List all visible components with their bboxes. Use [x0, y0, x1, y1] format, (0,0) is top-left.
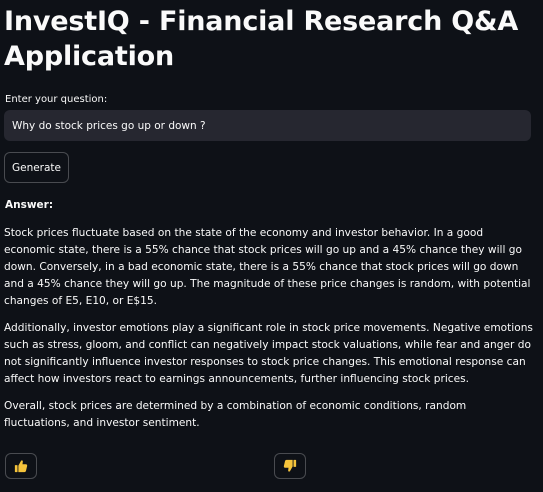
answer-label: Answer:: [5, 199, 54, 211]
question-input[interactable]: [4, 110, 531, 141]
answer-body: Stock prices fluctuate based on the stat…: [4, 225, 535, 442]
answer-paragraph: Stock prices fluctuate based on the stat…: [4, 227, 531, 307]
generate-button[interactable]: Generate: [4, 152, 69, 183]
page-title: InvestIQ - Financial Research Q&A Applic…: [4, 6, 519, 72]
thumbs-up-button[interactable]: [5, 453, 37, 479]
question-label: Enter your question:: [5, 94, 108, 105]
thumbs-down-button[interactable]: [274, 453, 306, 479]
thumbs-down-icon: [283, 459, 297, 472]
answer-paragraph: Overall, stock prices are determined by …: [4, 400, 467, 429]
answer-paragraph: Additionally, investor emotions play a s…: [4, 322, 533, 385]
thumbs-up-icon: [14, 460, 28, 473]
